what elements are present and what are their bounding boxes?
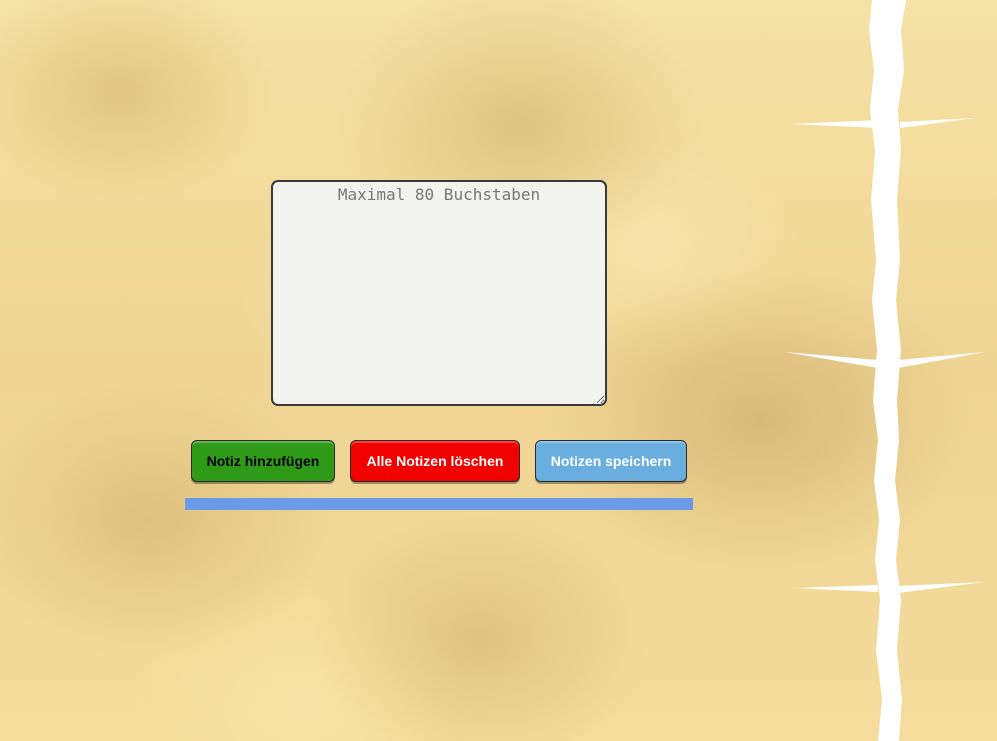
delete-all-notes-button[interactable]: Alle Notizen löschen	[350, 440, 520, 482]
save-notes-button[interactable]: Notizen speichern	[535, 440, 687, 482]
note-input[interactable]	[271, 180, 607, 406]
add-note-button[interactable]: Notiz hinzufügen	[191, 440, 335, 482]
notes-divider-bar	[185, 498, 693, 510]
